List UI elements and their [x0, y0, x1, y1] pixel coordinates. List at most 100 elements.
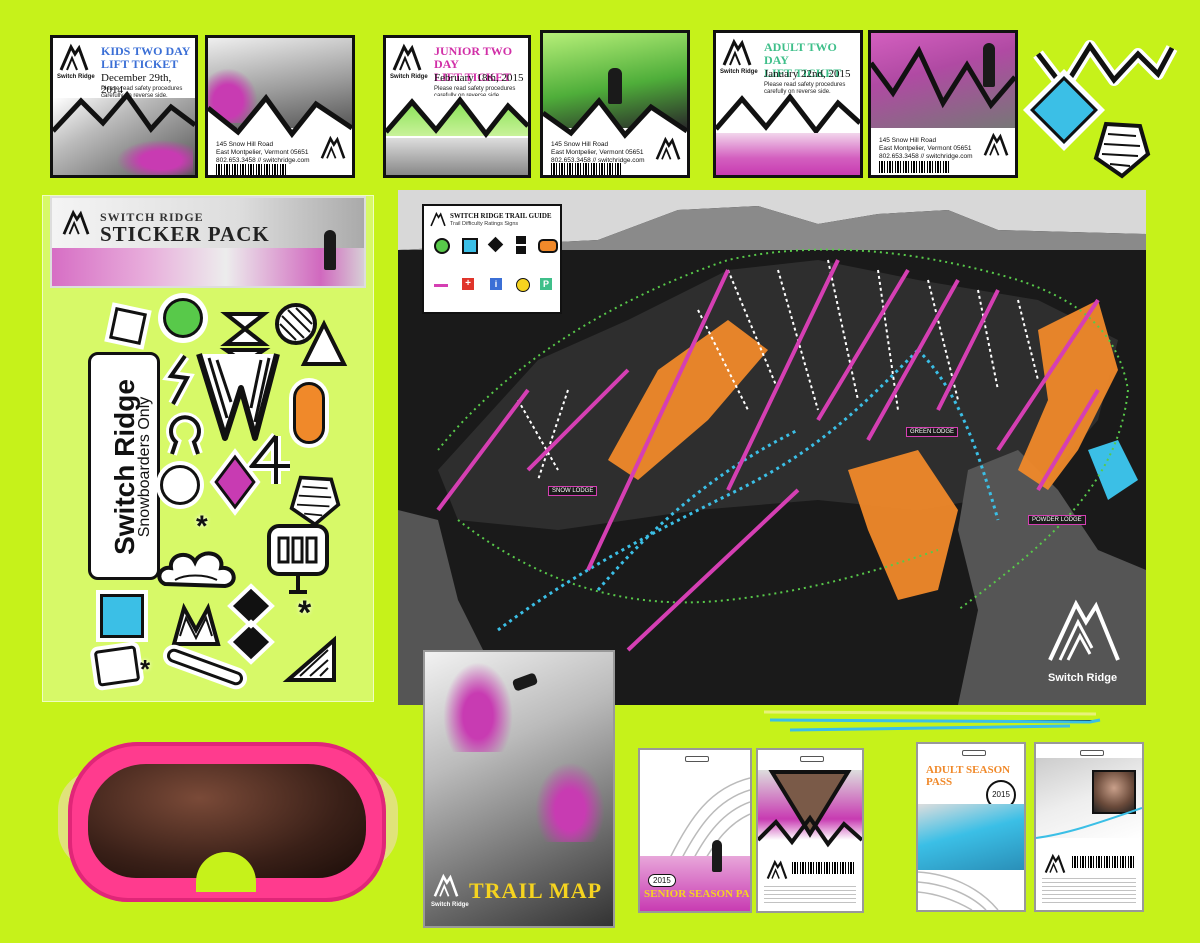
pass-fineprint	[1042, 878, 1136, 904]
kids-ticket-front: Switch Ridge KIDS TWO DAY LIFT TICKET De…	[50, 35, 198, 178]
barcode	[216, 164, 286, 175]
senior-pass-back	[756, 748, 864, 913]
zip-ties	[763, 710, 1101, 732]
ticket-title-line1: ADULT TWO DAY	[764, 40, 837, 67]
switch-ridge-logo-icon	[983, 132, 1009, 156]
lightning-sticker-icon	[162, 353, 195, 407]
snowboarder-figure	[712, 840, 722, 872]
square-sticker	[109, 307, 147, 345]
switch-ridge-logo-icon	[1044, 853, 1066, 873]
mountain-zigzag-icon	[208, 93, 352, 139]
triangle-sticker-icon	[300, 319, 348, 366]
barcode	[792, 862, 854, 874]
trail-guide-subtitle: Trail Difficulty Ratings Signs	[450, 221, 519, 227]
pass-title: SENIOR SEASON PASS	[644, 888, 752, 900]
map-brand: Switch Ridge	[1048, 672, 1118, 684]
adult-ticket-back: 145 Snow Hill Road East Montpelier, Verm…	[868, 30, 1018, 178]
junior-ticket-front: Switch Ridge JUNIOR TWO DAY LIFT TICKET …	[383, 35, 531, 178]
orange-pill-icon	[538, 239, 558, 253]
address-line3: 802.653.3458 // switchridge.com	[216, 157, 310, 164]
cyan-square-sticker	[100, 594, 144, 638]
lanyard-slot	[1080, 750, 1104, 756]
switch-ridge-logo-icon	[722, 38, 752, 66]
asterisk-sticker: *	[140, 654, 151, 684]
asterisk-sticker: *	[298, 594, 312, 632]
blue-square-icon	[462, 238, 478, 254]
contour-pentagon-sticker-icon	[1093, 121, 1151, 179]
ticket-address: 145 Snow Hill Road East Montpelier, Verm…	[216, 141, 310, 165]
food-icon	[516, 278, 530, 292]
pass-fineprint	[764, 886, 856, 904]
info-icon: i	[490, 278, 502, 290]
cyan-trail-line	[1036, 807, 1142, 839]
contour-triangle-sticker-icon	[282, 635, 336, 682]
barcode	[551, 163, 621, 175]
switch-ridge-logo-icon	[430, 211, 446, 227]
white-pentagon-sticker	[93, 645, 141, 687]
contour-lines	[669, 777, 750, 859]
ticket-date: January 22nd, 2015	[764, 68, 851, 80]
ticket-brand: Switch Ridge	[720, 69, 758, 75]
trail-map-poster: SWITCH RIDGE TRAIL GUIDE Trail Difficult…	[398, 190, 1146, 705]
adult-pass-back	[1034, 742, 1144, 912]
sticker-pack-line2: STICKER PACK	[100, 222, 270, 246]
snowboarder-figure	[324, 230, 336, 270]
asterisk-sticker: *	[196, 510, 208, 543]
first-aid-icon: +	[462, 278, 474, 290]
ticket-title-line2: LIFT TICKET	[101, 57, 179, 71]
trail-map-booklet: Switch Ridge TRAIL MAP	[423, 650, 615, 928]
mountain-zigzag-icon	[716, 92, 860, 136]
booklet-brand: Switch Ridge	[431, 902, 469, 908]
address-line1: 145 Snow Hill Road	[879, 137, 937, 144]
ticket-title: KIDS TWO DAY LIFT TICKET	[101, 45, 190, 71]
address-line2: East Montpelier, Vermont 05651	[551, 149, 644, 156]
lanyard-slot	[800, 756, 824, 762]
adult-ticket-front: Switch Ridge ADULT TWO DAY LIFT TICKET J…	[713, 30, 863, 178]
ticket-address: 145 Snow Hill Road East Montpelier, Verm…	[551, 141, 645, 165]
black-diamond-icon	[487, 236, 504, 253]
pass-year: 2015	[648, 874, 676, 887]
mountain-zigzag-icon	[758, 814, 862, 848]
orange-pill-sticker	[293, 382, 325, 444]
switch-ridge-logo-icon	[62, 209, 90, 235]
lodge-label: SNOW LODGE	[548, 486, 598, 496]
switch-ridge-logo-icon	[392, 43, 422, 71]
switch-ridge-logo-icon	[320, 135, 346, 159]
address-line2: East Montpelier, Vermont 05651	[879, 145, 972, 152]
barcode	[1072, 856, 1134, 868]
white-circle-sticker	[160, 465, 200, 505]
adult-pass-front: ADULT SEASON PASS 2015	[916, 742, 1026, 912]
ticket-title-line1: KIDS TWO DAY	[101, 44, 191, 58]
barcode	[879, 161, 949, 173]
switch-ridge-logo-icon	[766, 859, 788, 879]
lodge-label: GREEN LODGE	[906, 427, 959, 437]
parking-icon: P	[540, 278, 552, 290]
double-diamond-icon	[516, 236, 526, 254]
switch-ridge-logo-icon	[59, 43, 89, 71]
trail-guide-title: SWITCH RIDGE TRAIL GUIDE	[450, 212, 552, 220]
switch-ridge-logo-icon	[433, 873, 459, 897]
ticket-brand: Switch Ridge	[57, 74, 95, 80]
junior-ticket-back: 145 Snow Hill Road East Montpelier, Verm…	[540, 30, 690, 178]
address-line2: East Montpelier, Vermont 05651	[216, 149, 309, 156]
ticket-title-line1: JUNIOR TWO DAY	[434, 44, 513, 71]
lift-line-icon	[434, 284, 448, 287]
kids-ticket-back: 145 Snow Hill Road East Montpelier, Verm…	[205, 35, 355, 178]
ticket-address: 145 Snow Hill Road East Montpelier, Verm…	[879, 137, 973, 161]
ticket-brand: Switch Ridge	[390, 74, 428, 80]
address-line3: 802.653.3458 // switchridge.com	[879, 153, 973, 160]
contour-pentagon-sticker-icon	[289, 475, 341, 527]
pink-trees	[535, 762, 605, 842]
address-line1: 145 Snow Hill Road	[551, 141, 609, 148]
ticket-date: February 18th, 2015	[434, 72, 524, 84]
pink-clouds	[52, 248, 364, 286]
pink-clouds-photo	[716, 133, 860, 175]
mountain-zigzag-icon	[543, 97, 687, 139]
contour-lines	[918, 871, 999, 910]
switch-ridge-logo-icon	[1048, 599, 1120, 661]
green-circle-icon	[434, 238, 450, 254]
lanyard-slot	[685, 756, 709, 762]
mountain-zigzag-icon	[386, 95, 528, 139]
pink-trees	[113, 138, 193, 175]
pink-trees	[443, 662, 513, 752]
